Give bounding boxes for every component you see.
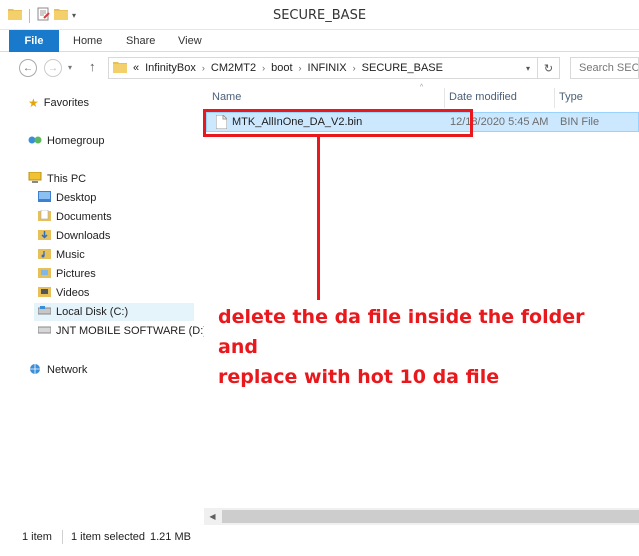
horizontal-scrollbar[interactable]: ◀	[204, 508, 639, 525]
chevron-right-icon[interactable]: ›	[299, 63, 302, 73]
window-title: SECURE_BASE	[272, 8, 367, 23]
address-bar[interactable]: « InfinityBox › CM2MT2 › boot › INFINIX …	[108, 57, 560, 79]
tab-home[interactable]: Home	[73, 30, 102, 52]
nav-label: JNT MOBILE SOFTWARE (D:)	[56, 325, 207, 337]
tab-share[interactable]: Share	[126, 30, 155, 52]
nav-documents[interactable]: Documents	[38, 208, 112, 226]
computer-icon	[28, 171, 42, 187]
arrow-right-icon: →	[48, 62, 58, 74]
navigation-pane: ★ Favorites Homegroup This PC Desktop Do…	[0, 82, 207, 522]
breadcrumb-infinitybox[interactable]: InfinityBox	[145, 62, 196, 74]
address-overflow[interactable]: «	[133, 62, 139, 74]
tab-view[interactable]: View	[178, 30, 202, 52]
nav-downloads[interactable]: Downloads	[38, 227, 110, 245]
network-icon	[28, 363, 42, 378]
chevron-right-icon[interactable]: ›	[262, 63, 265, 73]
nav-homegroup[interactable]: Homegroup	[28, 132, 104, 150]
breadcrumb-secure-base[interactable]: SECURE_BASE	[362, 62, 443, 74]
item-count: 1 item	[22, 531, 52, 543]
breadcrumb-infinix[interactable]: INFINIX	[308, 62, 347, 74]
nav-desktop[interactable]: Desktop	[38, 189, 96, 207]
nav-label: Downloads	[56, 230, 111, 242]
nav-music[interactable]: Music	[38, 246, 85, 264]
file-type: BIN File	[560, 116, 600, 128]
music-folder-icon	[38, 248, 51, 262]
nav-jnt-drive[interactable]: JNT MOBILE SOFTWARE (D:)	[37, 322, 207, 340]
selection-size: 1.21 MB	[150, 531, 191, 543]
back-button[interactable]: ←	[19, 59, 37, 77]
sort-indicator-icon: ^	[419, 84, 424, 91]
nav-label: Desktop	[56, 192, 97, 204]
downloads-folder-icon	[38, 229, 51, 243]
annotation-line	[317, 137, 320, 300]
desktop-folder-icon	[38, 191, 51, 205]
nav-local-disk[interactable]: Local Disk (C:)	[34, 303, 194, 321]
nav-label: Favorites	[43, 97, 90, 109]
pictures-folder-icon	[38, 267, 51, 281]
column-name[interactable]: Name	[212, 91, 241, 103]
address-row: ← → ▾ ↑ « InfinityBox › CM2MT2 › boot › …	[0, 53, 639, 82]
column-date[interactable]: Date modified	[449, 91, 517, 103]
documents-folder-icon	[38, 209, 51, 224]
arrow-left-icon: ←	[23, 62, 33, 74]
title-bar: ▾ SECURE_BASE	[0, 0, 639, 30]
nav-label: Documents	[56, 211, 112, 223]
homegroup-icon	[28, 134, 42, 149]
annotation-line-1: delete the da file inside the folder and	[218, 306, 585, 358]
folder-icon	[113, 61, 127, 76]
nav-videos[interactable]: Videos	[38, 284, 89, 302]
annotation-line-2: replace with hot 10 da file	[218, 366, 500, 388]
nav-label: Network	[47, 364, 88, 376]
nav-pictures[interactable]: Pictures	[38, 265, 96, 283]
nav-favorites[interactable]: ★ Favorites	[28, 94, 89, 112]
nav-label: Videos	[56, 287, 90, 299]
search-input[interactable]: Search SECU	[570, 57, 639, 79]
up-button[interactable]: ↑	[89, 59, 96, 74]
nav-network[interactable]: Network	[28, 361, 87, 379]
chevron-right-icon[interactable]: ›	[353, 63, 356, 73]
arrow-up-icon: ↑	[89, 59, 96, 74]
nav-label: Music	[56, 249, 85, 261]
tab-file[interactable]: File	[9, 30, 59, 52]
star-icon: ★	[28, 96, 39, 110]
annotation-text: delete the da file inside the folder and…	[218, 302, 628, 392]
column-type[interactable]: Type	[559, 91, 583, 103]
status-separator	[62, 530, 63, 544]
nav-this-pc[interactable]: This PC	[28, 170, 86, 188]
status-bar: 1 item 1 item selected 1.21 MB	[0, 526, 639, 556]
forward-button[interactable]: →	[44, 59, 62, 77]
nav-label: This PC	[47, 173, 87, 185]
drive-icon	[37, 324, 52, 338]
drive-icon	[37, 305, 52, 319]
breadcrumb-boot[interactable]: boot	[271, 62, 292, 74]
ribbon: File Home Share View	[0, 30, 639, 52]
chevron-right-icon[interactable]: ›	[202, 63, 205, 73]
nav-label: Homegroup	[47, 135, 105, 147]
refresh-icon[interactable]: ↻	[537, 58, 559, 78]
nav-label: Local Disk (C:)	[56, 306, 129, 318]
nav-label: Pictures	[56, 268, 96, 280]
selection-count: 1 item selected	[71, 531, 145, 543]
column-header: Name ^ Date modified Type	[204, 84, 639, 108]
scroll-left-icon[interactable]: ◀	[204, 508, 221, 525]
breadcrumb-cm2mt2[interactable]: CM2MT2	[211, 62, 256, 74]
column-divider[interactable]	[554, 88, 555, 108]
annotation-highlight-box	[203, 109, 473, 137]
recent-locations-dropdown[interactable]: ▾	[68, 63, 72, 72]
address-dropdown-icon[interactable]: ▾	[521, 58, 535, 78]
videos-folder-icon	[38, 286, 51, 300]
column-divider[interactable]	[444, 88, 445, 108]
scrollbar-thumb[interactable]	[222, 510, 639, 523]
